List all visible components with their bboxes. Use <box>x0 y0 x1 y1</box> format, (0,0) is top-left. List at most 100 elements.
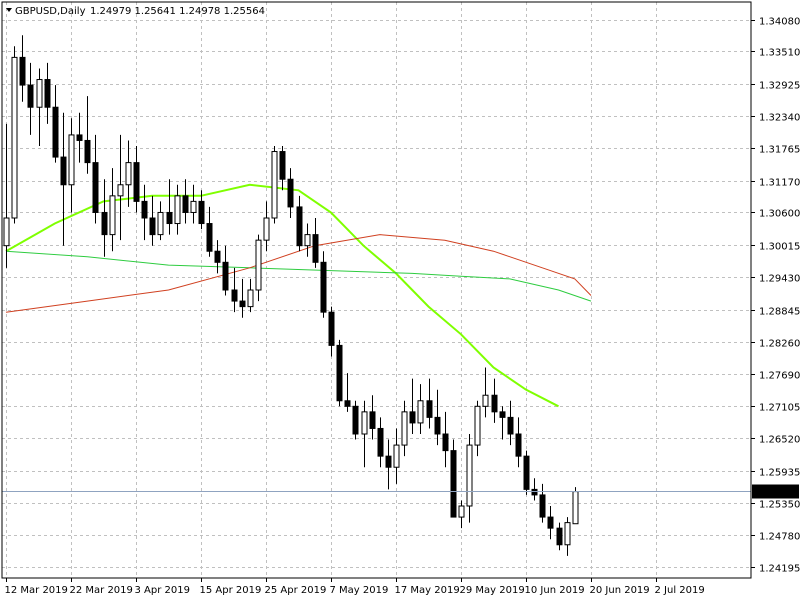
candle-body-down <box>409 411 416 424</box>
candle-body-down <box>222 261 229 291</box>
y-tick-label: 1.32925 <box>759 81 800 92</box>
candle-body-up <box>174 195 181 225</box>
candle-body-down <box>27 84 34 108</box>
x-tick-label: 2 Jul 2019 <box>655 585 705 596</box>
candle-body-down <box>547 516 554 529</box>
candle-body-down <box>328 311 335 346</box>
candle-body-down <box>556 527 563 546</box>
candle-body-down <box>182 195 189 213</box>
x-tick-label: 22 Mar 2019 <box>70 585 133 596</box>
candle-body-down <box>450 450 457 518</box>
y-tick-label: 1.25935 <box>759 468 800 479</box>
x-tick-label: 25 Apr 2019 <box>265 585 327 596</box>
candle-body-down <box>531 488 538 496</box>
x-tick-label: 20 Jun 2019 <box>590 585 650 596</box>
candle-body-up <box>361 411 368 435</box>
candle-body-down <box>214 250 221 263</box>
candle-body-down <box>231 289 238 302</box>
candle-body-down <box>491 394 498 413</box>
candle-body-down <box>76 134 83 141</box>
candle-body-up <box>125 162 132 186</box>
candle-body-up <box>417 400 424 424</box>
candle-body-down <box>101 211 108 236</box>
candle-body-down <box>539 494 546 518</box>
candle-body-down <box>296 206 303 247</box>
current-price-label: 1.25564 <box>752 484 799 499</box>
candle-body-down <box>206 223 213 252</box>
price-chart[interactable]: 1.34080 1.33510 1.32925 1.32340 1.31765 1.311… <box>0 0 800 600</box>
candle-body-down <box>426 400 433 418</box>
y-tick-label: 1.28260 <box>759 339 800 350</box>
candle-body-up <box>564 522 571 546</box>
candle-body-up <box>263 217 270 241</box>
candle-body-down <box>198 200 205 225</box>
candle-body-down <box>369 411 376 429</box>
symbol-label: GBPUSD,Daily <box>15 6 86 17</box>
x-tick-label: 29 May 2019 <box>460 585 525 596</box>
candle-body-down <box>507 416 514 435</box>
candle-body-up <box>68 134 75 186</box>
candle-body-down <box>279 151 286 180</box>
candle-body-up <box>458 505 465 518</box>
candle-body-up <box>157 211 164 236</box>
ohlc-values: 1.24979 1.25641 1.24978 1.25564 <box>90 6 265 17</box>
candle-body-up <box>3 217 10 247</box>
candle-body-down <box>344 400 351 407</box>
y-tick-label: 1.34080 <box>759 17 800 28</box>
y-tick-label: 1.25350 <box>759 500 800 511</box>
y-tick-label: 1.30600 <box>759 209 800 220</box>
x-tick-label: 3 Apr 2019 <box>135 585 190 596</box>
candle-body-down <box>320 261 327 313</box>
current-price-value: 1.25564 <box>757 488 798 499</box>
candle-body-down <box>84 139 91 164</box>
y-tick-label: 1.27105 <box>759 403 800 414</box>
candle-body-down <box>44 79 51 108</box>
candle-body-down <box>92 162 99 213</box>
candle-body-down <box>19 56 26 86</box>
y-tick-label: 1.32340 <box>759 113 800 124</box>
candle-body-down <box>385 455 392 468</box>
candle-body-down <box>133 162 140 202</box>
x-tick-label: 12 Mar 2019 <box>5 585 68 596</box>
candle-body-down <box>312 234 319 263</box>
candle-body-up <box>304 234 311 247</box>
candle-body-down <box>377 427 384 457</box>
candle-body-down <box>60 156 67 186</box>
candle-body-up <box>474 405 481 446</box>
chart-canvas[interactable]: 1.34080 1.33510 1.32925 1.32340 1.31765 1.311… <box>0 0 800 600</box>
y-tick-label: 1.24195 <box>759 564 800 575</box>
y-tick-label: 1.30015 <box>759 242 800 253</box>
x-tick-label: 7 May 2019 <box>330 585 389 596</box>
y-tick-label: 1.33510 <box>759 48 800 59</box>
x-tick-label: 15 Apr 2019 <box>200 585 262 596</box>
candle-body-down <box>515 433 522 457</box>
candle-body-down <box>52 106 59 158</box>
candle-body-up <box>109 195 116 236</box>
candle-body-up <box>255 239 262 291</box>
candle-body-up <box>190 200 197 213</box>
candle-body-up <box>401 411 408 446</box>
candle-body-down <box>239 300 246 308</box>
y-tick-label: 1.28845 <box>759 307 800 318</box>
y-tick-label: 1.29430 <box>759 274 800 285</box>
candle-body-up <box>117 184 124 197</box>
candle-body-down <box>149 217 156 236</box>
y-tick-label: 1.24780 <box>759 532 800 543</box>
candle-body-up <box>393 444 400 468</box>
candle-body-up <box>482 394 489 407</box>
candle-body-down <box>434 416 441 435</box>
candle-body-down <box>442 433 449 452</box>
candle-body-up <box>271 151 278 219</box>
candle-body-down <box>166 211 173 225</box>
x-tick-label: 17 May 2019 <box>395 585 460 596</box>
time-axis[interactable]: 12 Mar 2019 22 Mar 2019 3 Apr 2019 15 Apr 2… <box>5 578 705 596</box>
y-tick-label: 1.31765 <box>759 145 800 156</box>
candle-body-up <box>36 79 43 108</box>
candle-body-down <box>352 405 359 435</box>
y-tick-label: 1.26520 <box>759 435 800 446</box>
candle-body-up <box>572 491 579 525</box>
candle-body-down <box>523 455 530 490</box>
chart-header: GBPUSD,Daily 1.24979 1.25641 1.24978 1.2… <box>6 6 265 17</box>
candle-body-up <box>466 444 473 507</box>
candle-body-down <box>141 200 148 219</box>
